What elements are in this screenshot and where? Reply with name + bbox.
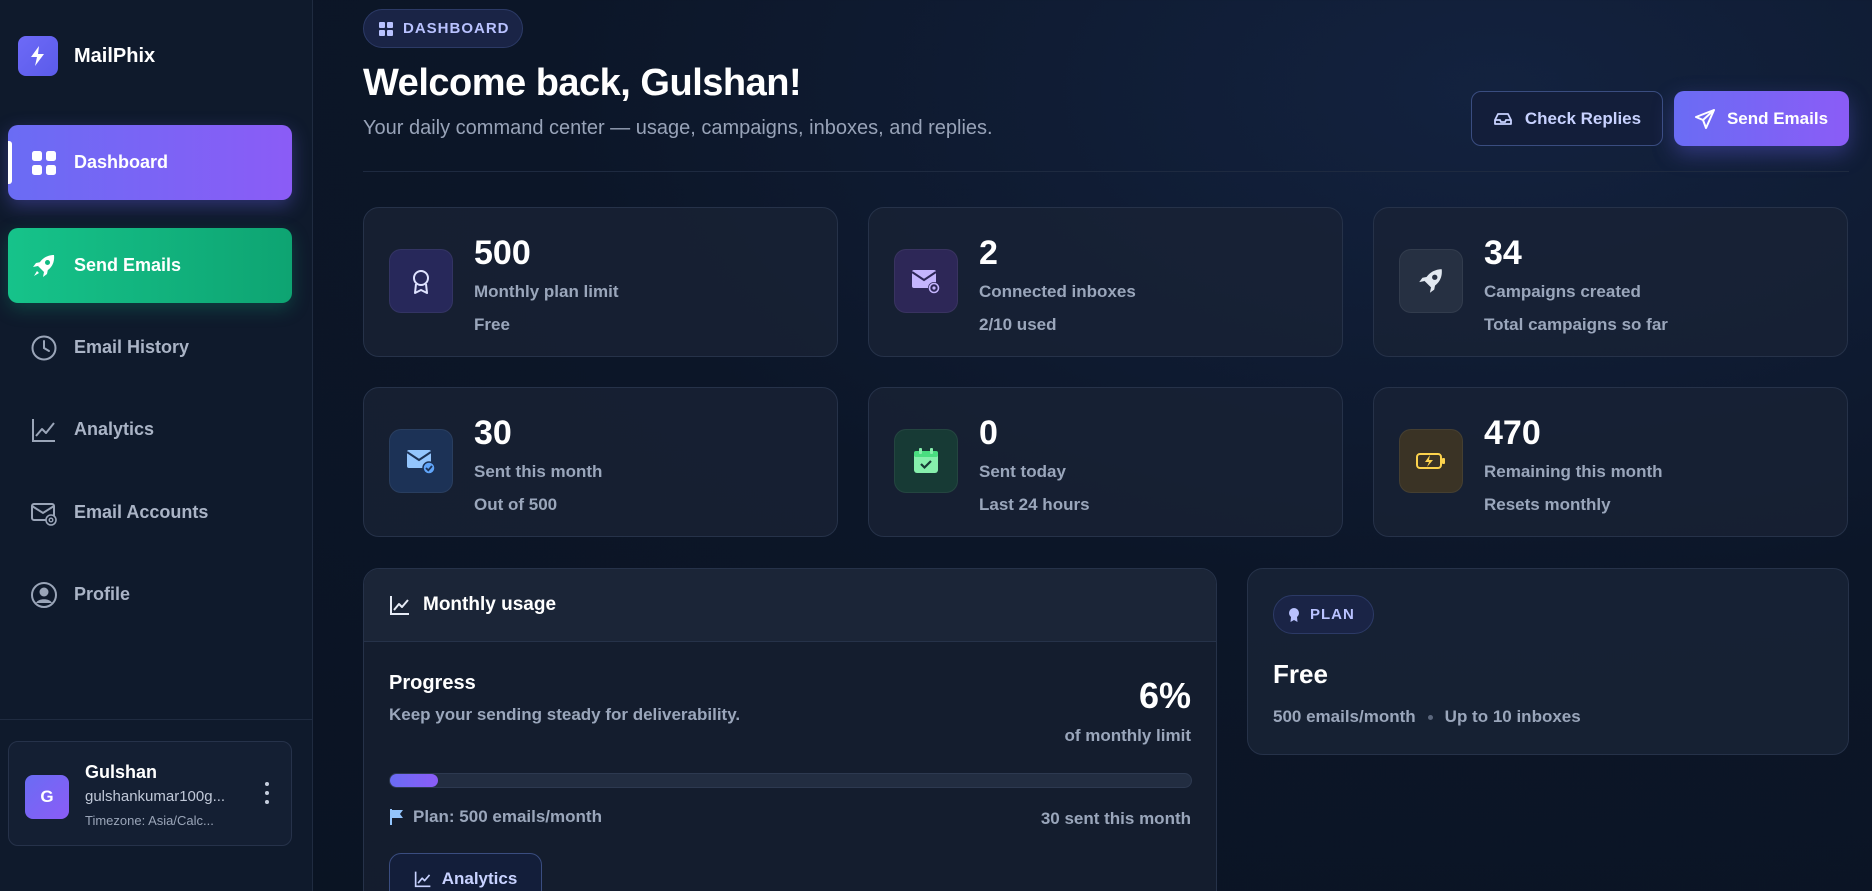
stat-sub: Resets monthly (1484, 495, 1611, 514)
chart-icon (414, 871, 431, 888)
plan-inboxes: Up to 10 inboxes (1444, 707, 1581, 726)
plan-name: Free (1273, 659, 1328, 689)
user-name: Gulshan (85, 762, 158, 782)
plan-card: PLAN Free 500 emails/month Up to 10 inbo… (1247, 568, 1849, 755)
stat-card-sent-month: 30 Sent this month Out of 500 (363, 387, 838, 537)
progress-bar (389, 773, 1192, 788)
mail-check-icon (389, 429, 453, 493)
sidebar-item-label: Email History (74, 337, 190, 357)
check-replies-button[interactable]: Check Replies (1471, 91, 1663, 146)
stat-card-connected-inboxes: 2 Connected inboxes 2/10 used (868, 207, 1343, 357)
stat-value: 500 (474, 234, 531, 272)
sidebar-item-dashboard[interactable]: Dashboard (8, 125, 292, 200)
award-icon (1289, 607, 1299, 622)
dashboard-badge: DASHBOARD (363, 9, 523, 48)
sidebar: MailPhix Dashboard Send Emails Email His… (0, 0, 313, 891)
sidebar-item-analytics[interactable]: Analytics (8, 392, 292, 467)
chart-icon (390, 596, 409, 615)
plan-line: Plan: 500 emails/month (389, 807, 602, 827)
avatar: G (25, 775, 69, 819)
user-email: gulshankumar100g... (85, 788, 226, 805)
analytics-button[interactable]: Analytics (389, 853, 542, 891)
app-name: MailPhix (74, 44, 156, 67)
stat-label: Remaining this month (1484, 462, 1663, 481)
check-replies-label: Check Replies (1524, 108, 1642, 128)
chart-icon (30, 416, 58, 444)
mail-at-icon (30, 499, 58, 527)
stat-sub: 2/10 used (979, 315, 1057, 334)
separator-dot (1427, 714, 1433, 720)
rocket-icon (1399, 249, 1463, 313)
grid-icon (379, 21, 393, 36)
stat-label: Sent today (979, 462, 1066, 481)
progress-description: Keep your sending steady for deliverabil… (389, 705, 741, 724)
analytics-button-label: Analytics (441, 869, 518, 888)
sidebar-item-send-emails[interactable]: Send Emails (8, 228, 292, 303)
page-subtitle: Your daily command center — usage, campa… (363, 117, 993, 139)
stat-label: Connected inboxes (979, 282, 1136, 301)
progress-percent: 6% (1138, 675, 1191, 716)
usage-title: Monthly usage (423, 594, 557, 615)
sidebar-item-label: Analytics (74, 419, 155, 439)
sidebar-item-email-accounts[interactable]: Email Accounts (8, 475, 292, 550)
lightning-icon (18, 36, 58, 76)
sidebar-item-label: Profile (74, 584, 131, 604)
user-circle-icon (30, 581, 58, 609)
award-icon (389, 249, 453, 313)
stat-value: 470 (1484, 414, 1541, 452)
user-card[interactable]: G Gulshan gulshankumar100g... Timezone: … (8, 741, 292, 846)
stat-sub: Free (474, 315, 510, 334)
stat-value: 34 (1484, 234, 1522, 272)
inbox-icon (1493, 112, 1512, 125)
user-timezone: Timezone: Asia/Calc... (85, 813, 214, 828)
sidebar-divider (0, 719, 313, 720)
progress-bar-fill (390, 774, 439, 787)
stat-card-remaining: 470 Remaining this month Resets monthly (1373, 387, 1848, 537)
stat-sub: Total campaigns so far (1484, 315, 1668, 334)
badge-label: DASHBOARD (403, 20, 510, 37)
stat-value: 30 (474, 414, 512, 452)
sidebar-item-profile[interactable]: Profile (8, 557, 292, 632)
sidebar-item-label: Email Accounts (74, 502, 209, 522)
stat-label: Sent this month (474, 462, 603, 481)
stat-label: Campaigns created (1484, 282, 1641, 301)
more-options-icon[interactable] (257, 780, 277, 806)
sidebar-item-label: Send Emails (74, 255, 182, 275)
plan-badge-label: PLAN (1310, 606, 1355, 623)
plan-badge: PLAN (1273, 595, 1374, 634)
stat-value: 0 (979, 414, 998, 452)
usage-header: Monthly usage (364, 569, 1216, 642)
flag-icon (390, 809, 403, 825)
stat-card-monthly-limit: 500 Monthly plan limit Free (363, 207, 838, 357)
mail-at-icon (894, 249, 958, 313)
stat-label: Monthly plan limit (474, 282, 619, 301)
progress-percent-sub: of monthly limit (1064, 726, 1191, 745)
calendar-check-icon (894, 429, 958, 493)
progress-label: Progress (389, 672, 476, 694)
page-title: Welcome back, Gulshan! (363, 62, 802, 104)
sidebar-item-email-history[interactable]: Email History (8, 310, 292, 385)
send-emails-button[interactable]: Send Emails (1674, 91, 1849, 146)
plan-line-label: Plan: 500 emails/month (413, 807, 602, 826)
sent-line: 30 sent this month (1040, 809, 1191, 828)
stat-sub: Last 24 hours (979, 495, 1090, 514)
sidebar-item-label: Dashboard (74, 152, 169, 172)
clock-icon (30, 334, 58, 362)
brand[interactable]: MailPhix (18, 36, 155, 76)
send-emails-label: Send Emails (1726, 108, 1829, 128)
plan-details: 500 emails/month Up to 10 inboxes (1273, 707, 1581, 727)
rocket-icon (30, 252, 58, 280)
grid-icon (30, 149, 58, 177)
header-divider (363, 171, 1849, 172)
stat-card-sent-today: 0 Sent today Last 24 hours (868, 387, 1343, 537)
stat-sub: Out of 500 (474, 495, 558, 514)
stat-card-campaigns: 34 Campaigns created Total campaigns so … (1373, 207, 1848, 357)
monthly-usage-card: Monthly usage Progress Keep your sending… (363, 568, 1217, 891)
battery-charging-icon (1399, 429, 1463, 493)
plan-emails: 500 emails/month (1273, 707, 1416, 726)
send-icon (1694, 108, 1715, 129)
stat-value: 2 (979, 234, 998, 272)
